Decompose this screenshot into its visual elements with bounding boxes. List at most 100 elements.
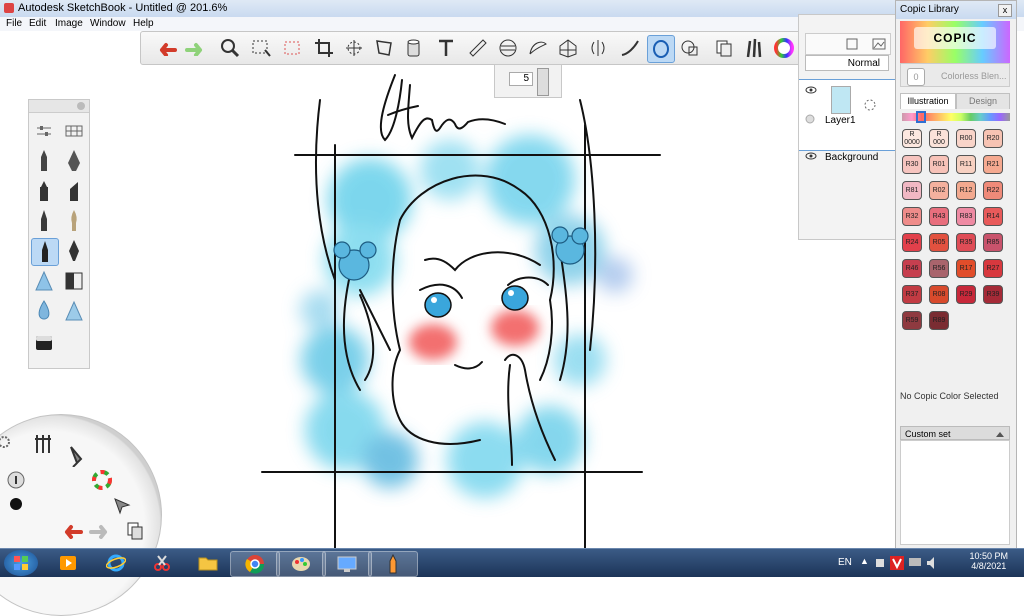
eraser-brush[interactable]	[61, 268, 87, 294]
add-layer-icon[interactable]	[846, 38, 858, 50]
blur-brush[interactable]	[31, 298, 57, 324]
technical-pen-brush[interactable]	[61, 148, 87, 174]
brush-palette-header[interactable]	[29, 100, 89, 113]
copic-swatch[interactable]: R85	[983, 233, 1003, 252]
brush-lagoon-icon[interactable]	[67, 445, 85, 470]
taskbar-sketchbook[interactable]	[368, 551, 418, 577]
color-wheel-button[interactable]	[771, 35, 797, 61]
copic-swatch[interactable]: R24	[902, 233, 922, 252]
show-hidden-icons[interactable]: ▲	[860, 556, 869, 566]
color-lagoon-icon[interactable]	[91, 469, 113, 494]
copic-close-button[interactable]: x	[998, 4, 1012, 17]
copic-swatch[interactable]: R14	[983, 207, 1003, 226]
copic-swatch[interactable]: R83	[956, 207, 976, 226]
taskbar-internet-explorer[interactable]	[92, 551, 140, 575]
calligraphy-brush[interactable]	[61, 238, 87, 264]
copic-swatch[interactable]: R43	[929, 207, 949, 226]
undo-lagoon-button[interactable]	[59, 523, 83, 542]
taskbar-snipping-tool[interactable]	[138, 551, 186, 575]
menu-image[interactable]: Image	[55, 18, 83, 29]
network-icon[interactable]	[908, 557, 922, 569]
menu-window[interactable]: Window	[90, 18, 126, 29]
taskbar-paint-app[interactable]	[276, 551, 326, 577]
copic-swatch[interactable]: R46	[902, 259, 922, 278]
french-curve-button[interactable]	[525, 35, 551, 61]
stroke-button[interactable]	[617, 35, 643, 61]
select-lagoon-icon[interactable]	[113, 497, 131, 518]
taskbar-file-explorer[interactable]	[184, 551, 232, 575]
layer-radio-icon[interactable]	[805, 114, 815, 124]
copic-swatch[interactable]: R21	[983, 155, 1003, 174]
copic-swatch[interactable]: R12	[956, 181, 976, 200]
copic-swatch[interactable]: R 0000	[902, 129, 922, 148]
brush-settings-button[interactable]	[31, 118, 57, 144]
brush-library-toggle[interactable]	[61, 118, 87, 144]
brush-library-button[interactable]	[741, 35, 767, 61]
info-lagoon-icon[interactable]	[7, 471, 25, 492]
copy-lagoon-icon[interactable]	[126, 521, 144, 544]
custom-set-area[interactable]	[900, 440, 1010, 545]
tab-illustration[interactable]: Illustration	[900, 93, 956, 109]
lasso-select-button[interactable]	[279, 35, 305, 61]
marker-brush[interactable]	[31, 178, 57, 204]
copy-paste-button[interactable]	[711, 35, 737, 61]
texture-brush[interactable]	[31, 330, 57, 356]
zoom-button[interactable]	[217, 35, 243, 61]
usb-device-icon[interactable]	[874, 557, 886, 569]
distort-button[interactable]	[371, 35, 397, 61]
layer-row-layer1[interactable]: Layer1	[799, 79, 895, 151]
copic-swatch[interactable]: R00	[956, 129, 976, 148]
transform-button[interactable]	[341, 35, 367, 61]
lagoon-radial-menu[interactable]	[0, 414, 162, 616]
colorless-blender-row[interactable]: 0 Colorless Blen...	[900, 63, 1010, 87]
perspective-button[interactable]	[555, 35, 581, 61]
inking-pen-brush[interactable]	[31, 238, 59, 266]
chisel-marker-brush[interactable]	[61, 178, 87, 204]
copic-title-bar[interactable]: Copic Library x	[896, 1, 1016, 19]
copic-swatch[interactable]: R01	[929, 155, 949, 174]
blend-mode-select[interactable]: Normal	[805, 55, 889, 71]
menu-file[interactable]: File	[6, 18, 22, 29]
crop-button[interactable]	[311, 35, 337, 61]
copic-swatch[interactable]: R08	[929, 285, 949, 304]
copic-swatch[interactable]: R11	[956, 155, 976, 174]
menu-help[interactable]: Help	[133, 18, 154, 29]
copic-swatch[interactable]: R37	[902, 285, 922, 304]
colorless-swatch[interactable]: 0	[907, 68, 925, 86]
taskbar-chrome[interactable]	[230, 551, 280, 577]
shapes-button[interactable]	[677, 35, 703, 61]
text-button[interactable]	[433, 35, 459, 61]
drawing-canvas[interactable]	[250, 60, 670, 550]
copic-swatch[interactable]: R20	[983, 129, 1003, 148]
settings-lagoon-icon[interactable]	[0, 435, 11, 452]
paintbrush-brush[interactable]	[61, 208, 87, 234]
start-button[interactable]	[4, 550, 38, 576]
visibility-eye-icon[interactable]	[805, 152, 817, 160]
language-indicator[interactable]: EN	[838, 557, 852, 568]
layer-lock-icon[interactable]	[863, 98, 877, 112]
airbrush-brush[interactable]	[31, 268, 57, 294]
custom-set-header[interactable]: Custom set	[900, 426, 1010, 440]
taskbar-media-player[interactable]	[44, 551, 92, 575]
copic-swatch[interactable]: R22	[983, 181, 1003, 200]
clock[interactable]: 10:50 PM 4/8/2021	[969, 551, 1008, 571]
copic-swatch[interactable]: R27	[983, 259, 1003, 278]
visibility-eye-icon[interactable]	[805, 86, 817, 94]
collapse-arrow-icon[interactable]	[995, 430, 1005, 438]
image-layer-icon[interactable]	[872, 38, 886, 50]
ruler-button[interactable]	[465, 35, 491, 61]
symmetry-button[interactable]	[585, 35, 611, 61]
copic-swatch[interactable]: R30	[902, 155, 922, 174]
tab-design[interactable]: Design	[956, 93, 1010, 109]
copic-swatch[interactable]: R29	[956, 285, 976, 304]
fill-button[interactable]	[401, 35, 427, 61]
family-selector-marker[interactable]	[916, 111, 926, 123]
tools-lagoon-icon[interactable]	[33, 433, 53, 458]
menu-edit[interactable]: Edit	[29, 18, 46, 29]
smear-brush[interactable]	[61, 298, 87, 324]
ballpoint-brush[interactable]	[31, 208, 57, 234]
copic-swatch[interactable]: R81	[902, 181, 922, 200]
copic-swatch[interactable]: R02	[929, 181, 949, 200]
copic-swatch[interactable]: R39	[983, 285, 1003, 304]
ellipse-guide-button[interactable]	[495, 35, 521, 61]
